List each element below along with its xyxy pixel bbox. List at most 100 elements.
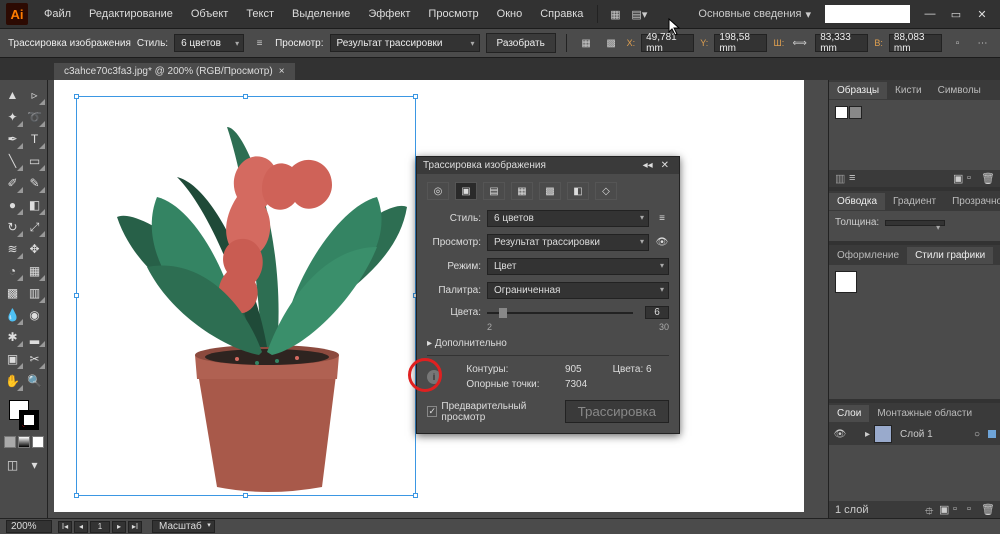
tab-artboards[interactable]: Монтажные области <box>869 405 980 422</box>
style-combo[interactable]: 6 цветов <box>487 210 649 227</box>
width-tool-icon[interactable]: ≋ <box>2 238 24 260</box>
gfx-style-default[interactable] <box>835 271 857 293</box>
advanced-toggle[interactable]: ▸ Дополнительно <box>427 338 669 349</box>
eye-icon[interactable]: 👁 <box>655 237 669 248</box>
more-icon[interactable]: ⋯ <box>973 33 992 53</box>
preset-photo-lo-icon[interactable]: ▤ <box>483 182 505 200</box>
preset-auto-icon[interactable]: ◎ <box>427 182 449 200</box>
w-field[interactable]: 83,333 mm <box>815 34 868 52</box>
collapse-icon[interactable]: ◂◂ <box>639 160 657 171</box>
h-field[interactable]: 88,083 mm <box>889 34 942 52</box>
graph-tool-icon[interactable]: ▂ <box>24 326 46 348</box>
preset-photo-hi-icon[interactable]: ▣ <box>455 182 477 200</box>
window-close-icon[interactable]: ✕ <box>972 6 992 22</box>
search-input[interactable] <box>825 5 910 23</box>
symbol-spray-icon[interactable]: ✱ <box>2 326 24 348</box>
pen-tool-icon[interactable]: ✒ <box>2 128 24 150</box>
gradient-tool-icon[interactable]: ▥ <box>24 282 46 304</box>
prev-artboard-icon[interactable]: ◂ <box>74 521 88 533</box>
colors-slider[interactable] <box>487 312 633 314</box>
preview-combo[interactable]: Результат трассировки <box>330 34 480 52</box>
line-tool-icon[interactable]: ╲ <box>2 150 24 172</box>
mesh-tool-icon[interactable]: ▩ <box>2 282 24 304</box>
new-layer-icon[interactable]: ▫ <box>967 503 980 516</box>
y-field[interactable]: 198,58 mm <box>714 34 767 52</box>
menu-file[interactable]: Файл <box>36 4 79 24</box>
none-mode-icon[interactable] <box>32 436 44 448</box>
zoom-tool-icon[interactable]: 🔍 <box>24 370 46 392</box>
lasso-tool-icon[interactable]: ➰ <box>24 106 46 128</box>
make-clip-icon[interactable]: ▣ <box>939 503 952 516</box>
menu-edit[interactable]: Редактирование <box>81 4 181 24</box>
palette-combo[interactable]: Ограниченная <box>487 282 669 299</box>
swatch-lib-icon[interactable]: ▥ <box>835 172 848 185</box>
target-icon[interactable]: ○ <box>974 429 980 440</box>
tab-appearance[interactable]: Оформление <box>829 247 907 264</box>
layer-row[interactable]: 👁 ▸ Слой 1 ○ <box>829 423 1000 445</box>
brush-tool-icon[interactable]: ✐ <box>2 172 24 194</box>
preset-bw-icon[interactable]: ◧ <box>567 182 589 200</box>
next-artboard-icon[interactable]: ▸ <box>112 521 126 533</box>
swatch-menu-icon[interactable]: ≡ <box>849 172 862 185</box>
doc-close-icon[interactable]: × <box>279 66 285 77</box>
visibility-icon[interactable]: 👁 <box>833 429 847 440</box>
arrange-icon[interactable]: ▤▾ <box>628 4 650 24</box>
mode-combo[interactable]: Цвет <box>487 258 669 275</box>
selection-bounds[interactable] <box>76 96 416 496</box>
blob-tool-icon[interactable]: ● <box>2 194 24 216</box>
tab-transparency[interactable]: Прозрачность <box>944 193 1000 210</box>
preset-outline-icon[interactable]: ◇ <box>595 182 617 200</box>
new-sublayer-icon[interactable]: ▫ <box>953 503 966 516</box>
first-artboard-icon[interactable]: I◂ <box>58 521 72 533</box>
menu-view[interactable]: Просмотр <box>420 4 486 24</box>
layout-icon[interactable]: ▦ <box>604 4 626 24</box>
transform-icon[interactable]: ▫ <box>948 33 967 53</box>
last-artboard-icon[interactable]: ▸I <box>128 521 142 533</box>
swatch-new-group-icon[interactable]: ▣ <box>953 172 966 185</box>
tab-graphic-styles[interactable]: Стили графики <box>907 247 993 264</box>
blend-tool-icon[interactable]: ◉ <box>24 304 46 326</box>
mask-icon[interactable]: ▦ <box>577 33 596 53</box>
preview-combo[interactable]: Результат трассировки <box>487 234 649 251</box>
selection-tool-icon[interactable]: ▲ <box>2 84 24 106</box>
color-mode-icon[interactable] <box>4 436 16 448</box>
preview-checkbox[interactable]: ✓Предварительный просмотр <box>427 401 565 423</box>
crop-icon[interactable]: ▩ <box>602 33 621 53</box>
menu-select[interactable]: Выделение <box>284 4 358 24</box>
status-select[interactable]: Масштаб <box>152 520 215 533</box>
link-icon[interactable]: ⟺ <box>790 33 809 53</box>
menu-effect[interactable]: Эффект <box>360 4 418 24</box>
fill-stroke-swatch[interactable] <box>9 400 39 430</box>
document-tab[interactable]: c3ahce70c3fa3.jpg* @ 200% (RGB/Просмотр)… <box>54 63 295 80</box>
rotate-tool-icon[interactable]: ↻ <box>2 216 24 238</box>
zoom-field[interactable]: 200% <box>6 520 52 533</box>
swatch-registration[interactable] <box>849 106 862 119</box>
colors-value-field[interactable]: 6 <box>645 306 669 319</box>
swatch-delete-icon[interactable]: 🗑 <box>981 172 994 185</box>
delete-layer-icon[interactable]: 🗑 <box>981 503 994 516</box>
artboard-number[interactable]: 1 <box>90 521 110 533</box>
tab-brushes[interactable]: Кисти <box>887 82 930 99</box>
weight-field[interactable] <box>885 220 945 226</box>
free-transform-icon[interactable]: ✥ <box>24 238 46 260</box>
tab-swatches[interactable]: Образцы <box>829 82 887 99</box>
swatch-new-icon[interactable]: ▫ <box>967 172 980 185</box>
preset-3color-icon[interactable]: ▦ <box>511 182 533 200</box>
window-maximize-icon[interactable]: ▭ <box>946 6 966 22</box>
preset-6color-icon[interactable]: ▩ <box>539 182 561 200</box>
perspective-icon[interactable]: ▦ <box>24 260 46 282</box>
eyedropper-icon[interactable]: 💧 <box>2 304 24 326</box>
swatch-none[interactable] <box>835 106 848 119</box>
rect-tool-icon[interactable]: ▭ <box>24 150 46 172</box>
hand-tool-icon[interactable]: ✋ <box>2 370 24 392</box>
window-minimize-icon[interactable]: — <box>920 6 940 22</box>
tab-stroke[interactable]: Обводка <box>829 193 885 210</box>
gradient-mode-icon[interactable] <box>18 436 30 448</box>
menu-help[interactable]: Справка <box>532 4 591 24</box>
trace-button[interactable]: Трассировка <box>565 400 669 423</box>
close-icon[interactable]: ✕ <box>657 160 673 171</box>
menu-text[interactable]: Текст <box>238 4 282 24</box>
workspace-switcher[interactable]: Основные сведения▾ <box>692 6 817 23</box>
image-trace-titlebar[interactable]: Трассировка изображения ◂◂ ✕ <box>417 157 679 174</box>
slice-tool-icon[interactable]: ✂ <box>24 348 46 370</box>
